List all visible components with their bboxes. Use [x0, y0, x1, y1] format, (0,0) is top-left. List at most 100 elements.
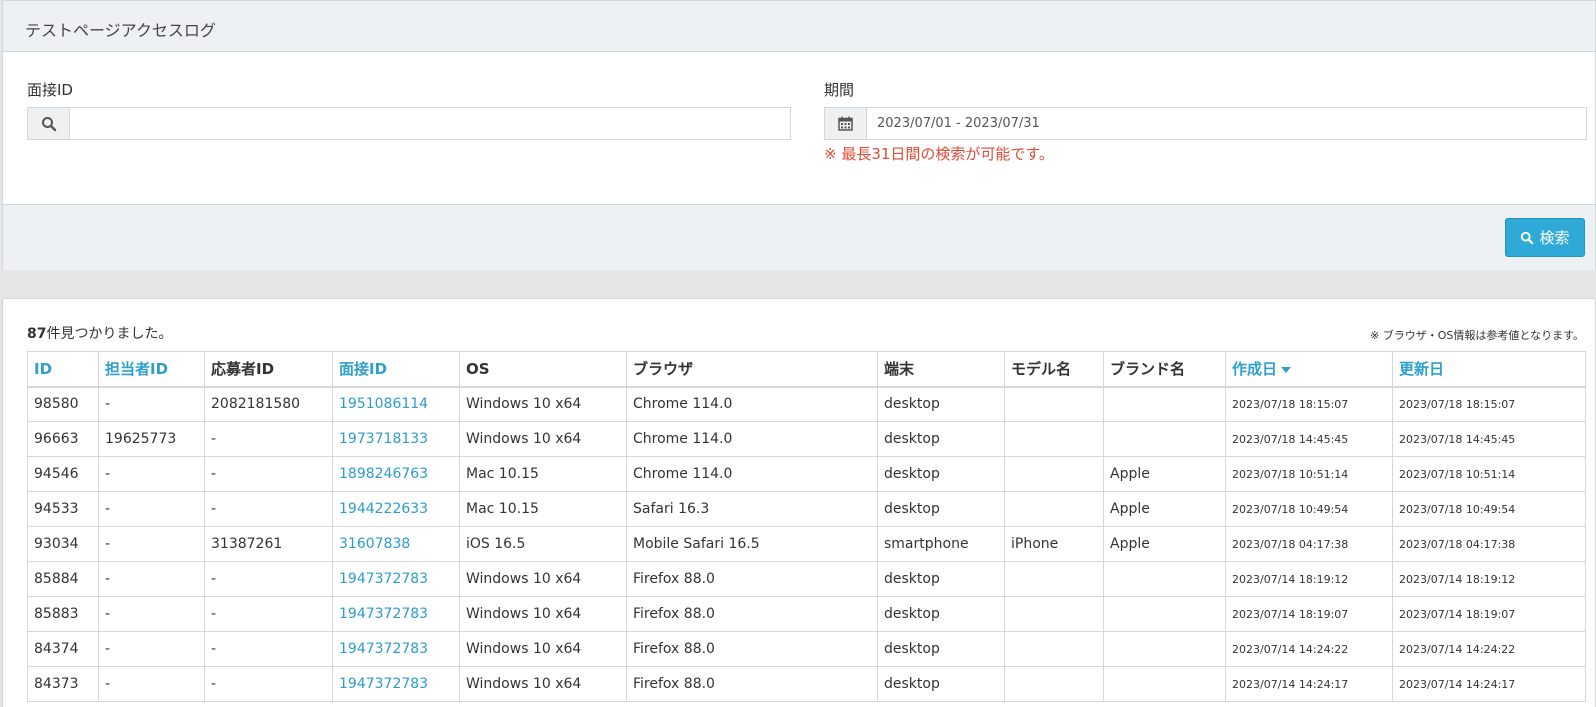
column-header-created-at[interactable]: 作成日: [1225, 351, 1393, 388]
cell-model: [1004, 456, 1104, 492]
column-header-staff-id[interactable]: 担当者ID: [98, 351, 205, 388]
cell-applicant-id: 2082181580: [204, 386, 333, 422]
cell-staff-id: -: [98, 456, 205, 492]
cell-id: 94533: [27, 491, 99, 527]
cell-interview-id[interactable]: 1947372783: [332, 666, 460, 702]
cell-model: [1004, 596, 1104, 632]
column-header-device: 端末: [877, 351, 1005, 388]
cell-brand: [1103, 596, 1226, 632]
created-at-label: 作成日: [1232, 360, 1278, 379]
search-button-label: 検索: [1539, 229, 1570, 247]
cell-os: Windows 10 x64: [459, 666, 627, 702]
cell-applicant-id: -: [204, 631, 333, 667]
interview-id-input[interactable]: [70, 108, 790, 139]
search-panel-footer: 検索: [3, 204, 1595, 270]
period-input-group: [824, 107, 1587, 140]
calendar-icon: [825, 108, 867, 139]
cell-brand: [1103, 631, 1226, 667]
table-row: 84374- -1947372783 Windows 10 x64 Firefox 8…: [27, 631, 1586, 667]
cell-browser: Chrome 114.0: [626, 456, 878, 492]
results-panel: 87件見つかりました。 ※ ブラウザ・OS情報は参考値となります。 ID 担当者…: [2, 298, 1596, 707]
cell-device: desktop: [877, 421, 1005, 457]
cell-id: 96663: [27, 421, 99, 457]
cell-os: Windows 10 x64: [459, 386, 627, 422]
cell-applicant-id: -: [204, 456, 333, 492]
cell-model: [1004, 666, 1104, 702]
cell-staff-id: -: [98, 596, 205, 632]
cell-applicant-id: -: [204, 421, 333, 457]
column-header-browser: ブラウザ: [626, 351, 878, 388]
reference-note: ※ ブラウザ・OS情報は参考値となります。: [1370, 329, 1584, 342]
cell-interview-id[interactable]: 1947372783: [332, 596, 460, 632]
cell-interview-id[interactable]: 1951086114: [332, 386, 460, 422]
cell-created-at: 2023/07/18 10:51:14: [1225, 456, 1393, 492]
cell-browser: Firefox 88.0: [626, 596, 878, 632]
cell-applicant-id: 31387261: [204, 526, 333, 562]
cell-created-at: 2023/07/14 18:19:07: [1225, 596, 1393, 632]
sort-desc-icon: [1281, 366, 1292, 373]
cell-model: [1004, 561, 1104, 597]
table-row: 96663 19625773-1973718133 Windows 10 x64 Ch…: [27, 421, 1586, 457]
cell-id: 84374: [27, 631, 99, 667]
cell-updated-at: 2023/07/14 18:19:07: [1392, 596, 1586, 632]
cell-interview-id[interactable]: 31607838: [332, 526, 460, 562]
cell-model: [1004, 421, 1104, 457]
cell-staff-id: -: [98, 386, 205, 422]
cell-interview-id[interactable]: 1898246763: [332, 456, 460, 492]
table-row: 98580-2082181580 1951086114 Windows 10 x64…: [27, 386, 1586, 422]
cell-id: 84373: [27, 666, 99, 702]
access-log-table: ID 担当者ID 応募者ID 面接ID OS ブラウザ 端末 モデル名 ブランド…: [27, 351, 1586, 702]
cell-created-at: 2023/07/18 04:17:38: [1225, 526, 1393, 562]
cell-applicant-id: -: [204, 666, 333, 702]
cell-os: Mac 10.15: [459, 456, 627, 492]
cell-staff-id: 19625773: [98, 421, 205, 457]
cell-browser: Safari 16.3: [626, 491, 878, 527]
cell-brand: [1103, 561, 1226, 597]
interview-id-label: 面接ID: [27, 81, 73, 99]
cell-device: smartphone: [877, 526, 1005, 562]
cell-updated-at: 2023/07/18 10:51:14: [1392, 456, 1586, 492]
column-header-id[interactable]: ID: [27, 351, 99, 388]
cell-created-at: 2023/07/18 18:15:07: [1225, 386, 1393, 422]
cell-staff-id: -: [98, 526, 205, 562]
cell-brand: [1103, 386, 1226, 422]
cell-staff-id: -: [98, 666, 205, 702]
result-count-number: 87: [27, 326, 47, 342]
cell-os: Windows 10 x64: [459, 631, 627, 667]
column-header-updated-at[interactable]: 更新日: [1392, 351, 1586, 388]
cell-device: desktop: [877, 456, 1005, 492]
cell-model: [1004, 491, 1104, 527]
cell-interview-id[interactable]: 1947372783: [332, 561, 460, 597]
cell-interview-id[interactable]: 1944222633: [332, 491, 460, 527]
search-icon: [1521, 231, 1534, 244]
cell-os: Windows 10 x64: [459, 421, 627, 457]
cell-interview-id[interactable]: 1973718133: [332, 421, 460, 457]
cell-brand: Apple: [1103, 491, 1226, 527]
cell-device: desktop: [877, 666, 1005, 702]
result-count: 87件見つかりました。: [27, 323, 172, 343]
cell-os: Mac 10.15: [459, 491, 627, 527]
period-input[interactable]: [867, 108, 1586, 139]
cell-os: Windows 10 x64: [459, 596, 627, 632]
cell-browser: Firefox 88.0: [626, 561, 878, 597]
cell-id: 94546: [27, 456, 99, 492]
cell-updated-at: 2023/07/18 10:49:54: [1392, 491, 1586, 527]
cell-os: iOS 16.5: [459, 526, 627, 562]
column-header-interview-id[interactable]: 面接ID: [332, 351, 460, 388]
cell-model: [1004, 631, 1104, 667]
interview-id-input-group: [27, 107, 791, 140]
cell-staff-id: -: [98, 561, 205, 597]
search-icon: [28, 108, 70, 139]
cell-interview-id[interactable]: 1947372783: [332, 631, 460, 667]
table-row: 94533- -1944222633 Mac 10.15 Safari 16.3 des…: [27, 491, 1586, 527]
cell-created-at: 2023/07/14 14:24:22: [1225, 631, 1393, 667]
period-note: ※ 最長31日間の検索が可能です。: [824, 145, 1054, 163]
cell-brand: [1103, 666, 1226, 702]
search-button[interactable]: 検索: [1505, 218, 1585, 257]
cell-device: desktop: [877, 491, 1005, 527]
cell-applicant-id: -: [204, 491, 333, 527]
table-row: 93034-31387261 31607838 iOS 16.5 Mobile Saf…: [27, 526, 1586, 562]
cell-model: iPhone: [1004, 526, 1104, 562]
period-label: 期間: [824, 81, 855, 99]
cell-device: desktop: [877, 596, 1005, 632]
